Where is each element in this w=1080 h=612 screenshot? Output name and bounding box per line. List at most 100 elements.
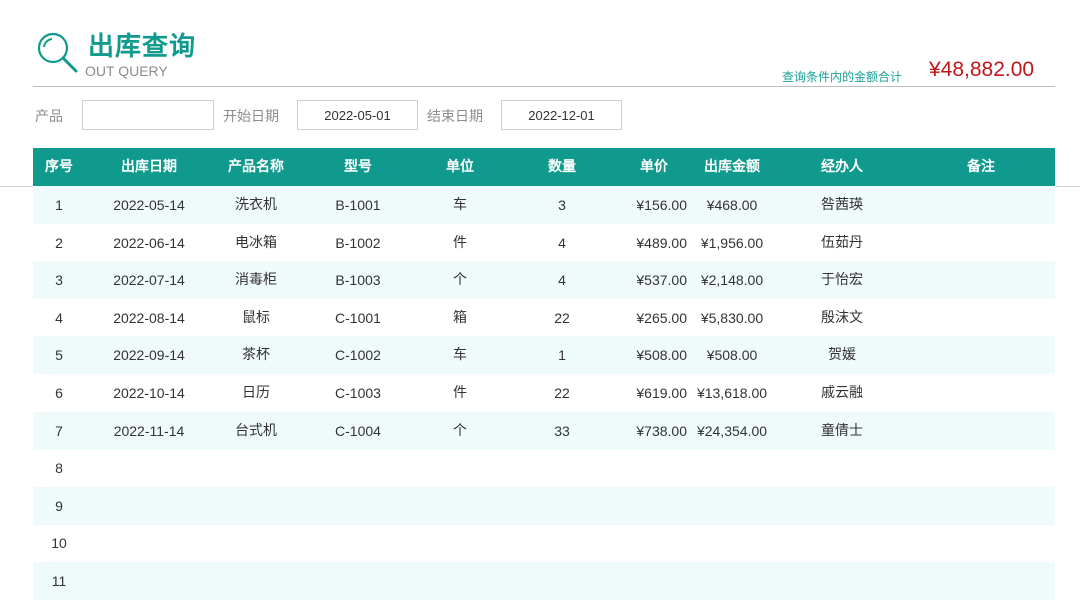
row-amount	[687, 562, 777, 600]
table-row[interactable]: 4 2022-08-14 鼠标 C-1001 箱 22 ¥265.00 ¥5,830.00 殷沫…	[33, 299, 1055, 337]
row-product	[213, 449, 299, 487]
row-product: 电冰箱	[235, 234, 277, 251]
row-price: ¥537.00	[636, 272, 687, 289]
table-row[interactable]: 8	[33, 449, 1055, 487]
table-row[interactable]: 10	[33, 524, 1055, 562]
row-remark	[907, 524, 1055, 562]
total-amount-label: 查询条件内的金额合计	[782, 70, 903, 84]
row-amount: ¥5,830.00	[700, 309, 764, 326]
table-row[interactable]: 3 2022-07-14 消毒柜 B-1003 个 4 ¥537.00 ¥2,148.00 于怡…	[33, 261, 1055, 300]
col-header-date: 出库日期	[121, 159, 177, 175]
page-title: 出库查询	[88, 32, 197, 62]
row-model: C-1002	[335, 347, 381, 364]
row-unit: 箱	[453, 309, 467, 326]
row-qty: 22	[554, 385, 570, 401]
row-product: 茶杯	[242, 347, 270, 364]
row-unit	[417, 487, 503, 525]
row-remark	[907, 487, 1055, 525]
row-model	[299, 487, 417, 525]
row-product: 日历	[242, 385, 270, 401]
table-row[interactable]: 9	[33, 486, 1055, 525]
row-handler: 殷沫文	[821, 309, 863, 326]
table-row[interactable]: 6 2022-10-14 日历 C-1003 件 22 ¥619.00 ¥13,618.00 戚…	[33, 374, 1055, 412]
row-amount: ¥468.00	[706, 197, 758, 213]
row-handler	[777, 449, 907, 487]
row-price	[621, 562, 687, 600]
row-date: 2022-08-14	[113, 309, 185, 326]
table-row[interactable]: 5 2022-09-14 茶杯 C-1002 车 1 ¥508.00 ¥508.00 贺媛	[33, 336, 1055, 375]
table-row[interactable]: 11	[33, 562, 1055, 600]
row-qty: 3	[558, 197, 566, 213]
row-price: ¥508.00	[636, 347, 687, 364]
row-model: B-1002	[335, 234, 381, 251]
row-no: 7	[33, 411, 85, 450]
row-remark	[907, 261, 1055, 299]
row-date: 2022-05-14	[113, 197, 185, 213]
row-remark	[907, 449, 1055, 487]
col-header-qty: 数量	[548, 159, 576, 175]
col-header-amount: 出库金额	[704, 159, 760, 175]
row-model: B-1001	[335, 197, 381, 213]
row-price: ¥619.00	[636, 385, 687, 401]
total-amount-value: ¥48,882.00	[929, 58, 1035, 81]
col-header-handler: 经办人	[821, 159, 863, 175]
col-header-product: 产品名称	[228, 159, 284, 175]
row-product	[213, 524, 299, 562]
row-unit: 件	[453, 234, 467, 251]
row-model	[299, 449, 417, 487]
row-price	[621, 524, 687, 562]
row-unit: 个	[453, 422, 467, 439]
table-row[interactable]: 2 2022-06-14 电冰箱 B-1002 件 4 ¥489.00 ¥1,956.00 伍茹…	[33, 224, 1055, 262]
row-handler: 童倩士	[821, 422, 863, 439]
row-date	[85, 487, 213, 525]
row-qty: 4	[558, 272, 566, 289]
row-price	[621, 487, 687, 525]
row-amount: ¥508.00	[706, 347, 758, 364]
row-handler	[777, 487, 907, 525]
table-row[interactable]: 1 2022-05-14 洗衣机 B-1001 车 3 ¥156.00 ¥468.00 咎茜瑛	[33, 186, 1055, 224]
row-no: 10	[51, 535, 67, 552]
table-row[interactable]: 7 2022-11-14 台式机 C-1004 个 33 ¥738.00 ¥24,354.00…	[33, 411, 1055, 450]
row-remark	[907, 224, 1055, 262]
row-handler	[777, 524, 907, 562]
row-product	[213, 487, 299, 525]
end-date-input[interactable]	[501, 100, 622, 130]
row-amount: ¥13,618.00	[696, 385, 768, 401]
row-price	[621, 449, 687, 487]
row-no: 4	[55, 309, 63, 326]
start-date-label: 开始日期	[223, 109, 279, 125]
header-divider	[33, 86, 1055, 87]
row-price: ¥156.00	[636, 197, 687, 213]
row-unit: 个	[453, 272, 467, 289]
row-remark	[907, 412, 1055, 450]
row-unit	[417, 524, 503, 562]
row-remark	[907, 336, 1055, 374]
product-filter-input[interactable]	[82, 100, 214, 130]
row-model: C-1001	[335, 309, 381, 326]
row-amount: ¥24,354.00	[696, 422, 768, 439]
col-header-no: 序号	[45, 159, 73, 175]
row-no: 9	[33, 486, 85, 525]
row-qty	[503, 487, 621, 525]
row-date: 2022-06-14	[113, 234, 185, 251]
row-handler: 咎茜瑛	[821, 197, 863, 213]
row-handler: 戚云融	[821, 385, 863, 401]
row-handler	[777, 562, 907, 600]
row-date	[85, 449, 213, 487]
row-product: 洗衣机	[235, 197, 277, 213]
row-price: ¥738.00	[636, 422, 687, 439]
row-qty	[503, 524, 621, 562]
row-model: B-1003	[335, 272, 381, 289]
row-price: ¥489.00	[636, 234, 687, 251]
start-date-input[interactable]	[297, 100, 418, 130]
row-unit: 件	[453, 385, 467, 401]
row-no: 5	[33, 336, 85, 375]
row-remark	[907, 299, 1055, 337]
row-qty: 1	[558, 347, 566, 364]
page-subtitle: OUT QUERY	[85, 63, 168, 79]
row-no: 2	[55, 234, 63, 251]
row-unit: 车	[453, 197, 467, 213]
row-amount: ¥2,148.00	[700, 272, 764, 289]
row-product: 台式机	[235, 422, 277, 439]
row-model: C-1003	[335, 385, 381, 401]
